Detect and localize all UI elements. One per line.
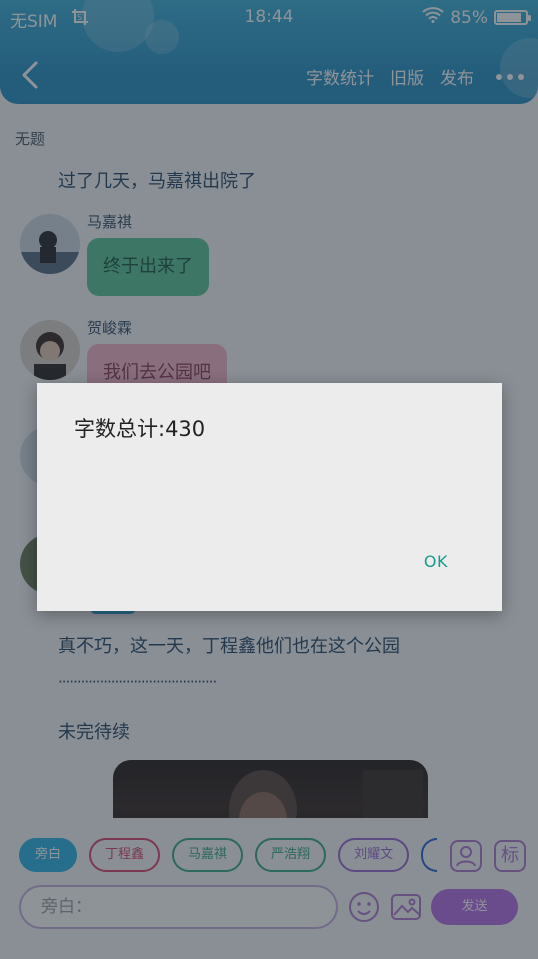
ok-button[interactable]: OK xyxy=(424,552,448,571)
word-count-dialog: 字数总计:430 OK xyxy=(37,383,502,611)
dialog-message: 字数总计:430 xyxy=(74,417,206,441)
